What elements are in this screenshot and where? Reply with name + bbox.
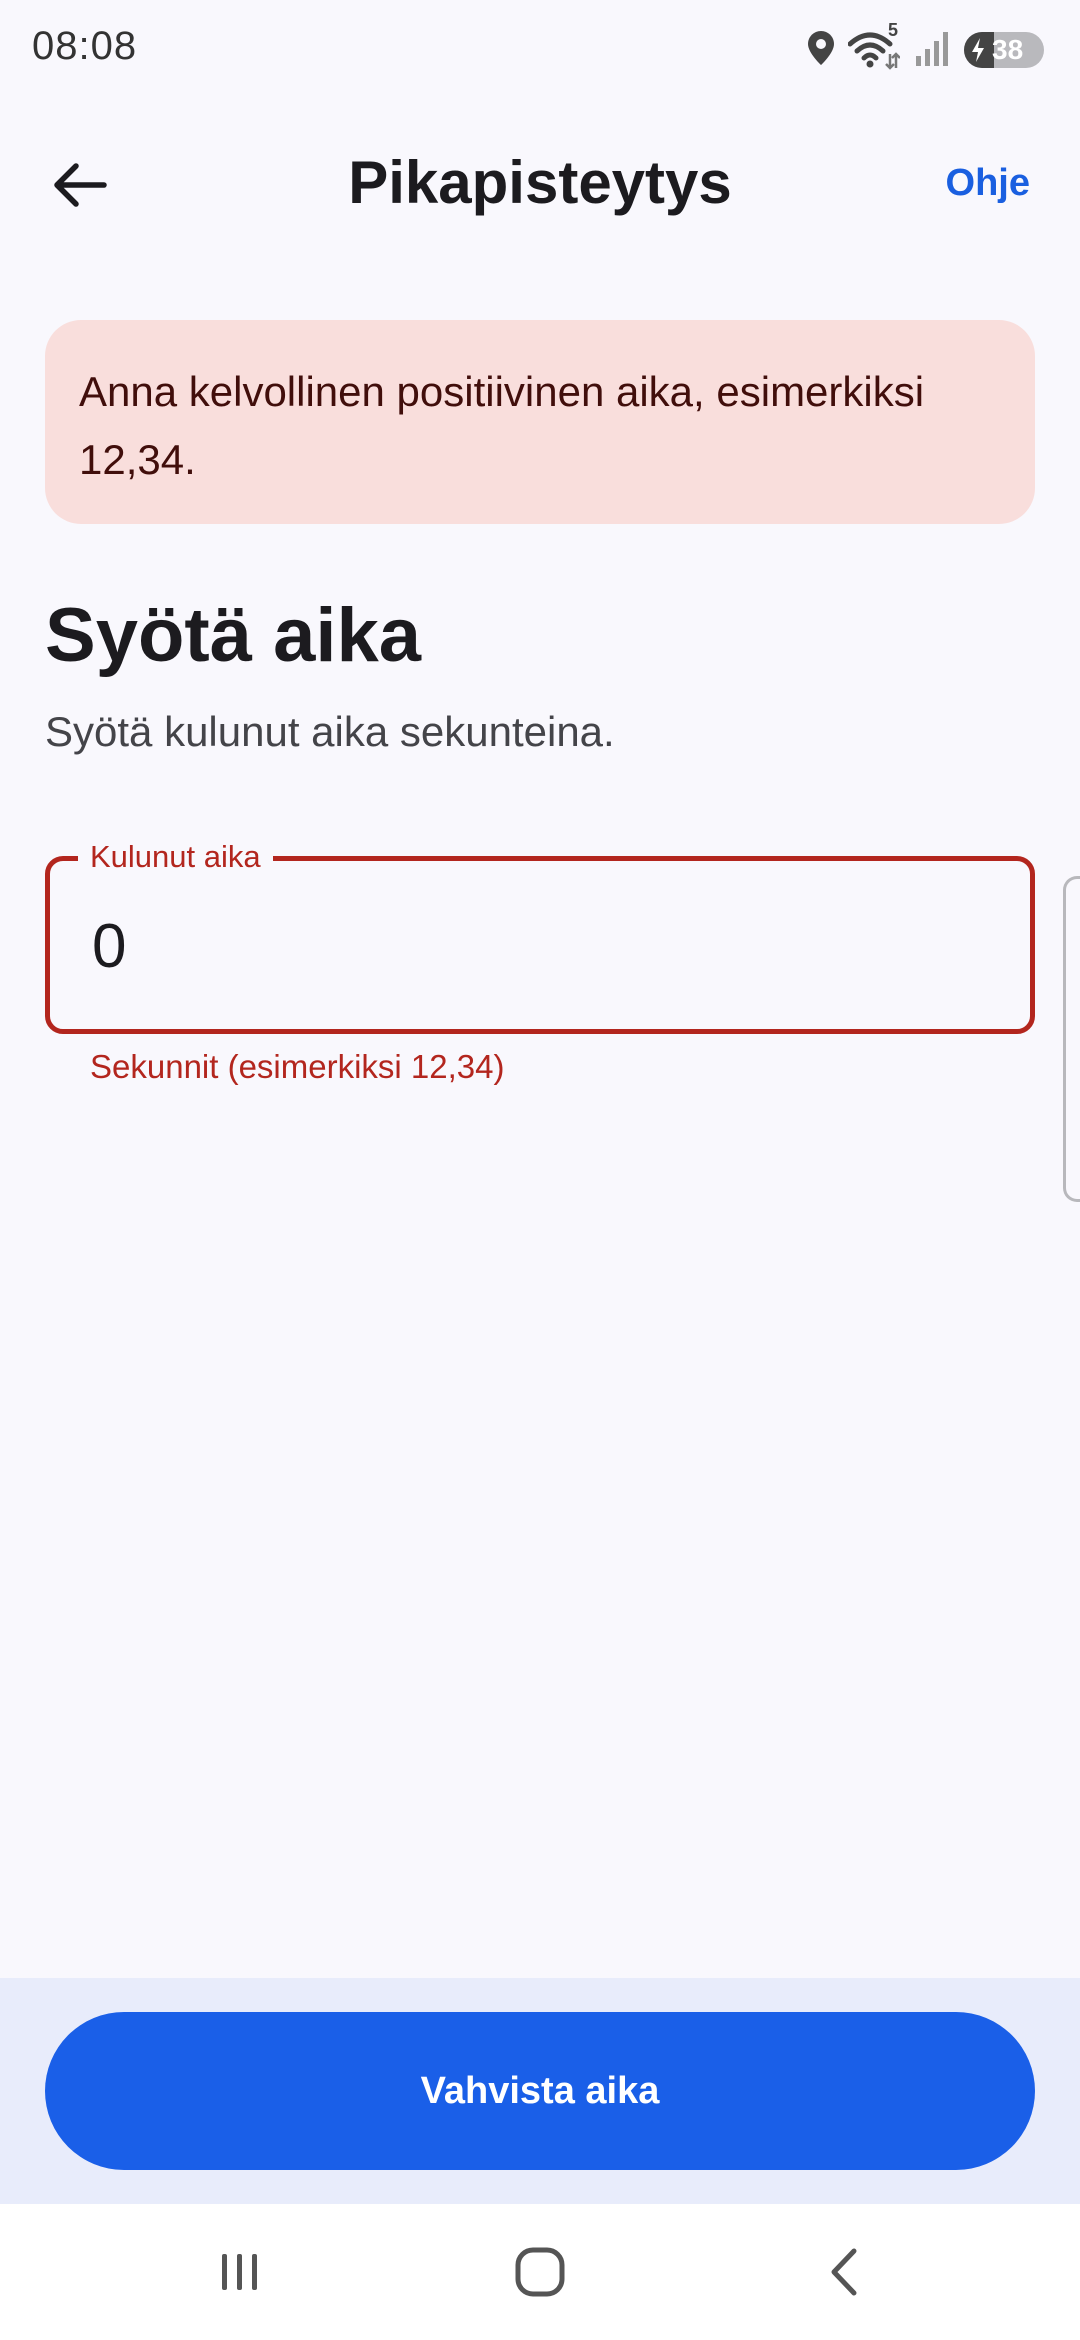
recents-button[interactable] xyxy=(200,2240,280,2304)
back-icon xyxy=(831,2248,857,2296)
section-subtitle: Syötä kulunut aika sekunteina. xyxy=(45,708,615,755)
status-time: 08:08 xyxy=(32,24,138,68)
recents-icon xyxy=(222,2254,257,2290)
confirm-time-button[interactable]: Vahvista aika xyxy=(45,2012,1035,2170)
battery-level: 38 xyxy=(992,34,1024,65)
error-banner: Anna kelvollinen positiivinen aika, esim… xyxy=(45,320,1035,524)
field-value: 0 xyxy=(92,912,127,981)
help-link[interactable]: Ohje xyxy=(946,162,1030,205)
status-icons: 5 38 xyxy=(808,20,1044,71)
status-bar: 08:08 5 38 xyxy=(0,0,1080,100)
signal-icon xyxy=(914,30,950,71)
section-title: Syötä aika xyxy=(45,593,421,678)
system-navigation-bar xyxy=(0,2204,1080,2340)
home-icon xyxy=(515,2247,565,2297)
nav-back-button[interactable] xyxy=(804,2240,884,2304)
bottom-action-area: Vahvista aika xyxy=(0,1978,1080,2204)
home-button[interactable] xyxy=(500,2240,580,2304)
wifi-badge: 5 xyxy=(887,20,898,40)
field-label: Kulunut aika xyxy=(78,835,273,879)
elapsed-time-field[interactable]: Kulunut aika 0 xyxy=(45,835,1035,1034)
top-app-bar: Pikapisteytys Ohje xyxy=(0,120,1080,250)
wifi-icon: 5 xyxy=(847,20,901,70)
field-supporting-text: Sekunnit (esimerkiksi 12,34) xyxy=(90,1048,505,1085)
page-title: Pikapisteytys xyxy=(348,149,732,216)
charging-bolt-icon xyxy=(972,38,984,62)
battery-icon: 38 xyxy=(964,32,1044,68)
location-icon xyxy=(808,30,834,70)
edge-panel-handle[interactable] xyxy=(1063,876,1080,1202)
